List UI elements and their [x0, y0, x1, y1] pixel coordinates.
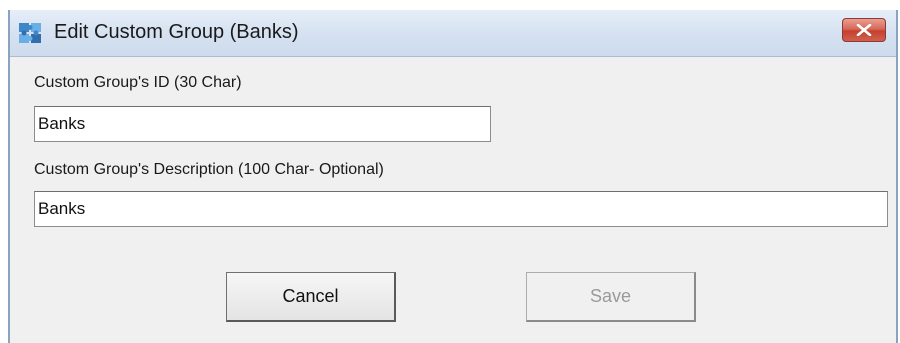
close-icon — [856, 24, 872, 36]
custom-group-description-label: Custom Group's Description (100 Char- Op… — [34, 161, 384, 178]
edit-custom-group-dialog: Edit Custom Group (Banks) Custom Group's… — [8, 10, 898, 343]
close-button[interactable] — [842, 18, 886, 42]
title-bar[interactable]: Edit Custom Group (Banks) — [10, 10, 896, 57]
custom-group-id-input[interactable] — [34, 106, 491, 142]
cancel-button[interactable]: Cancel — [226, 272, 396, 322]
custom-group-description-input[interactable] — [34, 191, 888, 227]
save-button[interactable]: Save — [526, 272, 696, 322]
window-title: Edit Custom Group (Banks) — [54, 21, 299, 43]
app-puzzle-icon — [18, 22, 42, 44]
custom-group-id-label: Custom Group's ID (30 Char) — [34, 74, 242, 91]
